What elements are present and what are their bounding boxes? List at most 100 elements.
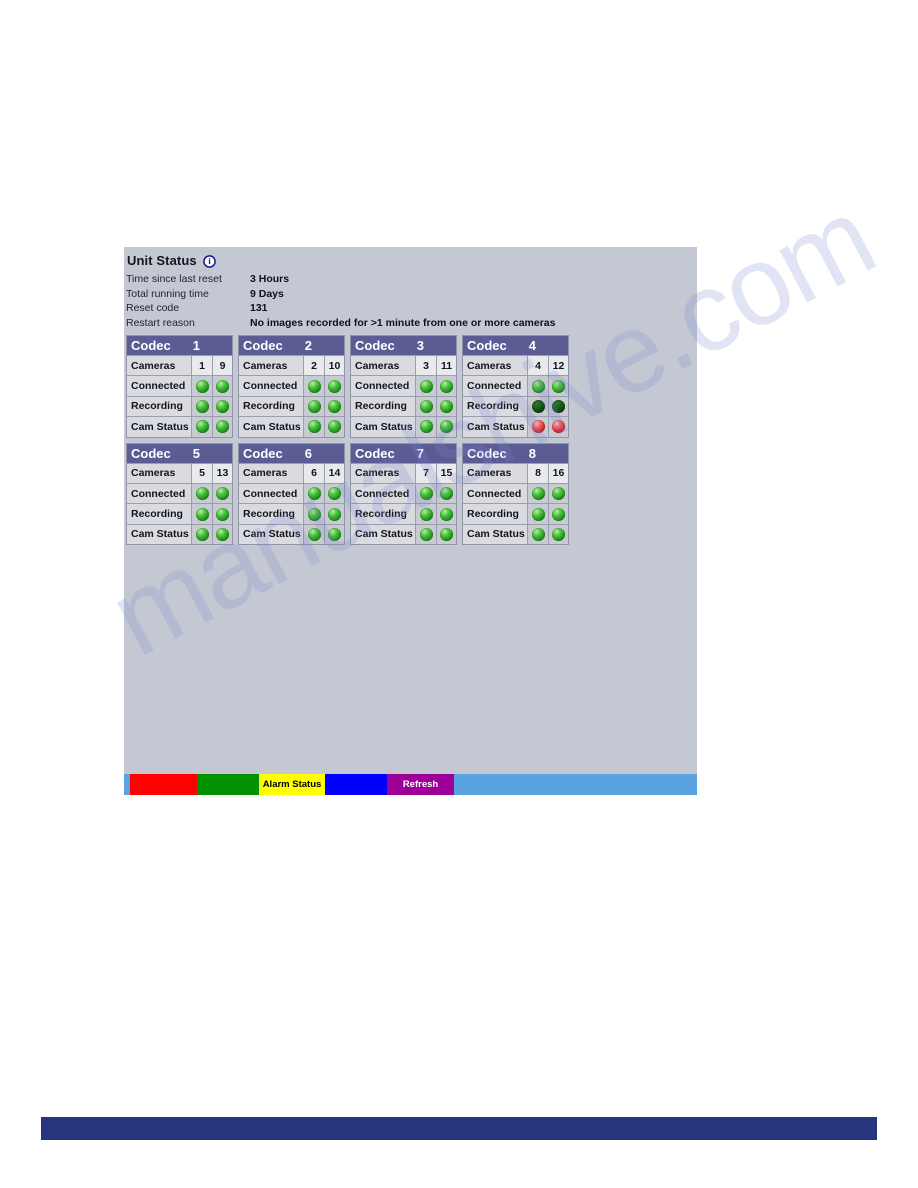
alarm-status-button[interactable]: Alarm Status <box>259 774 325 795</box>
row-label: Cameras <box>351 356 416 376</box>
summary-value: 3 Hours <box>250 273 290 285</box>
refresh-button[interactable]: Refresh <box>387 774 454 795</box>
codec-header-number: 7 <box>416 445 424 461</box>
status-led-green-icon <box>440 420 453 434</box>
status-cell <box>324 396 344 417</box>
green-button[interactable] <box>197 774 259 795</box>
status-led-green-icon <box>328 379 341 393</box>
codec-cam-status-row: Cam Status <box>351 416 456 437</box>
codec-cam-status-row: Cam Status <box>127 523 232 545</box>
status-led-green-icon <box>531 527 545 541</box>
status-cell <box>192 504 212 524</box>
row-label: Cameras <box>463 356 528 376</box>
status-cell <box>324 504 344 524</box>
status-cell <box>548 524 568 545</box>
row-label: Connected <box>463 376 528 396</box>
codec-header-number: 6 <box>304 445 312 461</box>
row-label: Recording <box>351 396 416 417</box>
codec-row: Codec 1 Cameras 1 9 Connected Recording Cam Sta… <box>126 335 696 438</box>
camera-number-cell: 6 <box>304 463 324 483</box>
camera-number-cell: 7 <box>416 463 436 483</box>
codec-card-4: Codec 4 Cameras 4 12 Connected Recording Cam St… <box>462 335 569 438</box>
status-led-green-icon <box>307 507 321 521</box>
row-label: Recording <box>239 396 304 417</box>
camera-number-cell: 3 <box>416 356 436 376</box>
status-cell <box>212 417 232 437</box>
summary-label: Time since last reset <box>126 273 222 285</box>
red-button[interactable] <box>130 774 197 795</box>
codec-cam-status-row: Cam Status <box>239 416 344 437</box>
status-led-green-icon <box>216 420 229 434</box>
status-cell <box>304 524 324 545</box>
status-led-green-icon <box>307 487 321 501</box>
status-cell <box>304 417 324 437</box>
row-label: Cam Status <box>239 417 304 437</box>
codec-header: Codec 5 <box>127 443 232 463</box>
page-title: Unit Status <box>127 253 197 268</box>
camera-number-cell: 1 <box>192 356 212 376</box>
codec-cameras-row: Cameras 6 14 <box>239 462 344 483</box>
codec-cam-status-row: Cam Status <box>351 523 456 545</box>
codec-cam-status-row: Cam Status <box>127 416 232 437</box>
status-led-green-icon <box>440 399 453 413</box>
codec-card-2: Codec 2 Cameras 2 10 Connected Recording Cam St… <box>238 335 345 438</box>
codec-header-label: Codec <box>467 445 507 461</box>
status-led-green-icon <box>195 379 209 393</box>
codec-cameras-row: Cameras 2 10 <box>239 355 344 376</box>
codec-cam-status-row: Cam Status <box>239 523 344 545</box>
codec-header: Codec 7 <box>351 443 456 463</box>
row-label: Cam Status <box>463 524 528 545</box>
status-cell <box>528 504 548 524</box>
info-circle-icon[interactable] <box>203 255 216 268</box>
status-cell <box>436 504 456 524</box>
codec-recording-row: Recording <box>351 503 456 524</box>
status-cell <box>416 524 436 545</box>
summary-value: 131 <box>250 302 268 315</box>
codec-header-label: Codec <box>243 445 283 461</box>
status-led-green-icon <box>552 379 565 393</box>
status-cell <box>324 376 344 396</box>
codec-recording-row: Recording <box>239 395 344 417</box>
status-led-green-icon <box>328 507 341 521</box>
row-label: Cam Status <box>351 417 416 437</box>
blue-button[interactable] <box>325 774 387 795</box>
status-led-green-icon <box>307 420 321 434</box>
status-led-green-icon <box>195 487 209 501</box>
status-cell <box>212 524 232 545</box>
status-cell <box>548 417 568 437</box>
status-cell <box>192 483 212 504</box>
status-cell <box>304 396 324 417</box>
status-cell <box>212 396 232 417</box>
status-cell <box>192 376 212 396</box>
codec-recording-row: Recording <box>463 395 568 417</box>
status-cell <box>528 524 548 545</box>
codec-connected-row: Connected <box>239 482 344 504</box>
codec-cameras-row: Cameras 4 12 <box>463 355 568 376</box>
status-cell <box>192 524 212 545</box>
codec-cameras-row: Cameras 5 13 <box>127 462 232 483</box>
status-led-green-icon <box>328 487 341 501</box>
status-led-green-icon <box>440 487 453 501</box>
status-led-green-icon <box>216 507 229 521</box>
codec-header-label: Codec <box>131 338 171 353</box>
status-led-green-icon <box>552 487 565 501</box>
codec-card-1: Codec 1 Cameras 1 9 Connected Recording Cam Sta… <box>126 335 233 438</box>
status-cell <box>304 483 324 504</box>
status-cell <box>436 396 456 417</box>
status-led-green-icon <box>216 487 229 501</box>
status-led-green-icon <box>419 379 433 393</box>
codec-cam-status-row: Cam Status <box>463 523 568 545</box>
status-cell <box>528 396 548 417</box>
unit-status-panel: Unit Status Time since last reset 3 Hour… <box>124 247 697 795</box>
status-cell <box>324 483 344 504</box>
codec-cameras-row: Cameras 8 16 <box>463 462 568 483</box>
status-cell <box>416 396 436 417</box>
camera-number-cell: 2 <box>304 356 324 376</box>
status-led-green-icon <box>419 507 433 521</box>
row-label: Cameras <box>463 463 528 483</box>
camera-number-cell: 12 <box>548 356 568 376</box>
codec-header: Codec 6 <box>239 443 344 463</box>
codec-cameras-row: Cameras 3 11 <box>351 355 456 376</box>
camera-number-cell: 16 <box>548 463 568 483</box>
codec-card-3: Codec 3 Cameras 3 11 Connected Recording Cam St… <box>350 335 457 438</box>
